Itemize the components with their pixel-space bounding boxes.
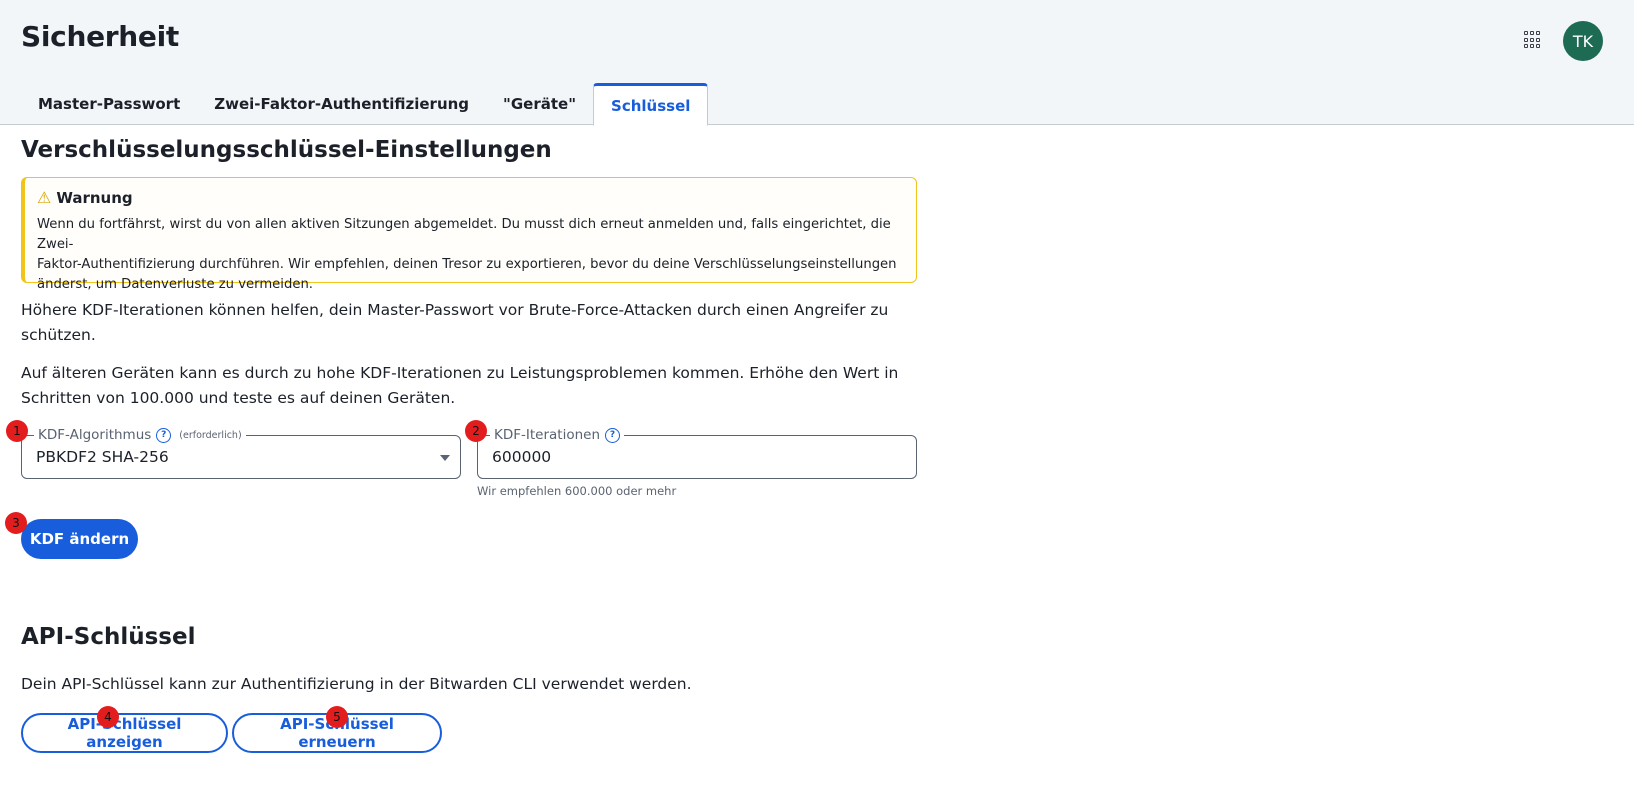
header: Sicherheit TK Master-Passwort Zwei-Fakto… xyxy=(0,0,1634,126)
warning-callout: ⚠ Warnung Wenn du fortfährst, wirst du v… xyxy=(21,177,917,292)
marker-2: 2 xyxy=(465,420,487,442)
kdf-iterations-value: 600000 xyxy=(492,448,552,466)
avatar[interactable]: TK xyxy=(1563,21,1603,61)
marker-5: 5 xyxy=(326,706,348,728)
kdf-description: Höhere KDF-Iterationen können helfen, de… xyxy=(21,301,889,344)
page-title: Sicherheit xyxy=(21,20,180,53)
kdf-performance-note: Auf älteren Geräten kann es durch zu hoh… xyxy=(21,364,899,407)
required-label: (erforderlich) xyxy=(179,429,242,441)
api-description: Dein API-Schlüssel kann zur Authentifizi… xyxy=(21,675,692,693)
help-icon[interactable]: ? xyxy=(605,427,621,443)
tab-keys[interactable]: Schlüssel xyxy=(593,83,709,126)
kdf-iterations-label: KDF-Iterationen xyxy=(494,427,601,443)
tab-master-password[interactable]: Master-Passwort xyxy=(21,83,197,125)
kdf-algorithm-select[interactable]: KDF-Algorithmus ? (erforderlich) PBKDF2 … xyxy=(21,427,461,479)
help-icon[interactable]: ? xyxy=(156,427,172,443)
marker-1: 1 xyxy=(6,420,28,442)
marker-4: 4 xyxy=(97,706,119,728)
change-kdf-button[interactable]: KDF ändern xyxy=(21,519,138,559)
grid-icon[interactable] xyxy=(1524,31,1542,49)
encryption-section-title: Verschlüsselungsschlüssel-Einstellungen xyxy=(21,137,552,163)
kdf-algorithm-value: PBKDF2 SHA-256 xyxy=(36,448,169,466)
show-api-key-button[interactable]: API-Schlüssel anzeigen xyxy=(21,713,228,753)
api-section-title: API-Schlüssel xyxy=(21,624,196,650)
warning-text: Wenn du fortfährst, wirst du von allen a… xyxy=(37,217,897,292)
kdf-iterations-hint: Wir empfehlen 600.000 oder mehr xyxy=(477,484,677,498)
kdf-iterations-input[interactable]: KDF-Iterationen ? 600000 xyxy=(477,427,917,479)
warning-triangle-icon: ⚠ xyxy=(37,188,52,207)
tab-bar: Master-Passwort Zwei-Faktor-Authentifizi… xyxy=(21,83,709,126)
warning-title: Warnung xyxy=(56,188,133,207)
tab-devices[interactable]: "Geräte" xyxy=(486,83,593,125)
caret-down-icon xyxy=(440,455,450,461)
marker-3: 3 xyxy=(5,512,27,534)
tab-two-factor[interactable]: Zwei-Faktor-Authentifizierung xyxy=(197,83,486,125)
kdf-algorithm-label: KDF-Algorithmus xyxy=(38,427,152,443)
